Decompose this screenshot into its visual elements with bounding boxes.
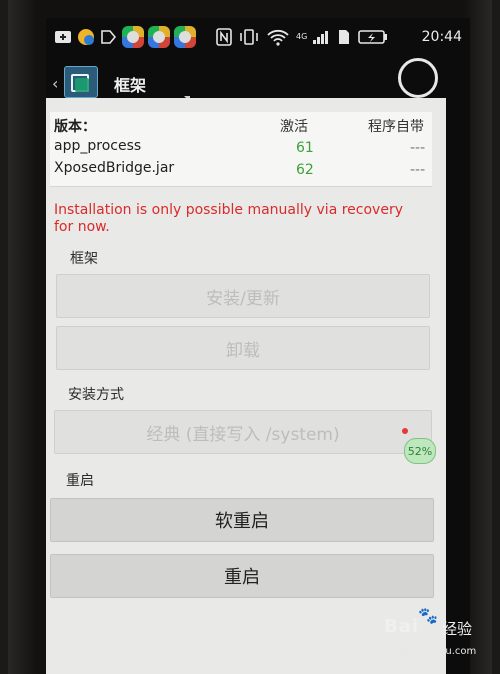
app-logo-icon[interactable]	[64, 66, 98, 98]
installed-column-header: 程序自带	[368, 119, 424, 135]
version-row-installed: ---	[410, 162, 426, 178]
progress-badge: 52%	[404, 438, 436, 464]
paw-icon: 🐾	[418, 606, 438, 625]
network-type: 4G	[296, 32, 308, 41]
status-time: 20:44	[421, 29, 462, 45]
version-card: 版本： 激活 程序自带 app_process 61 --- XposedBri…	[50, 112, 432, 187]
version-row-name: app_process	[54, 138, 142, 154]
version-row-active: 62	[296, 162, 314, 178]
battery-icon	[358, 28, 388, 46]
status-bar: 4G 20:44	[46, 18, 470, 56]
install-update-button[interactable]: 安装/更新	[56, 274, 430, 318]
reboot-section-label: 重启	[66, 473, 94, 489]
version-row-active: 61	[296, 140, 314, 156]
app-tile-icon	[122, 26, 144, 48]
install-method-select[interactable]: 经典 (直接写入 /system)	[54, 410, 432, 454]
app-badge-icon	[76, 28, 96, 46]
page-title: 框架	[114, 76, 147, 95]
soft-reboot-button[interactable]: 软重启	[50, 498, 434, 542]
screen: 4G 20:44 ‹ 框架 版本： 激活 程序自带 app_process 61…	[46, 18, 470, 674]
wifi-icon	[266, 28, 290, 46]
install-method-section-label: 安装方式	[68, 387, 124, 403]
tag-icon	[100, 28, 116, 46]
watermark-url: jingyan.baidu.com	[384, 646, 477, 657]
notification-dot	[402, 428, 408, 434]
active-column-header: 激活	[280, 119, 308, 135]
baidu-watermark: 🐾 Bai 经验 jingyan.baidu.com	[384, 606, 496, 666]
vibrate-icon	[238, 28, 260, 46]
reboot-button[interactable]: 重启	[50, 554, 434, 598]
version-row-name: XposedBridge.jar	[54, 160, 175, 176]
version-label: 版本：	[54, 119, 96, 135]
phone-frame: 4G 20:44 ‹ 框架 版本： 激活 程序自带 app_process 61…	[8, 0, 492, 674]
signal-icon	[312, 28, 330, 46]
app-tile-icon	[148, 26, 170, 48]
version-row-installed: ---	[410, 140, 426, 156]
content-area: 版本： 激活 程序自带 app_process 61 --- XposedBri…	[46, 98, 446, 674]
watermark-logo: Bai	[384, 616, 420, 637]
nfc-icon	[216, 28, 232, 46]
back-icon[interactable]: ‹	[52, 74, 58, 93]
warning-text: Installation is only possible manually v…	[54, 202, 403, 235]
framework-section-label: 框架	[70, 251, 98, 267]
app-tile-icon	[174, 26, 196, 48]
progress-circle-icon	[398, 58, 438, 98]
plus-icon	[54, 28, 72, 46]
watermark-logo-suffix: 经验	[442, 620, 473, 638]
uninstall-button[interactable]: 卸载	[56, 326, 430, 370]
sim-icon	[338, 28, 350, 46]
